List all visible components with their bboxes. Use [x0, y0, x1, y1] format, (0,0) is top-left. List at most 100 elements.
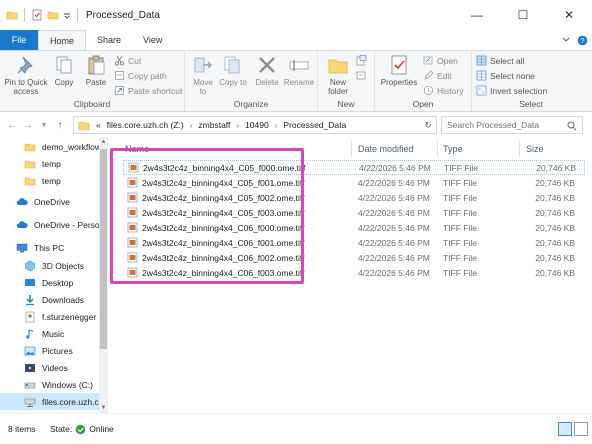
edit-button[interactable]: Edit — [423, 70, 452, 81]
select-all-button[interactable]: Select all — [476, 55, 525, 66]
nav-item-music[interactable]: Music — [0, 325, 64, 342]
nav-item-user-folder[interactable]: f.sturzenegger — [0, 308, 96, 325]
search-input[interactable]: Search Processed_Data — [447, 120, 539, 130]
nav-item-temp[interactable]: temp — [0, 155, 61, 172]
nav-item-onedrive[interactable]: OneDrive — [0, 193, 70, 210]
tab-view[interactable]: View — [132, 30, 173, 50]
column-header-date[interactable]: Date modified — [358, 141, 438, 157]
file-type: TIFF File — [443, 237, 477, 248]
file-name: 2w4s3t2c4z_binning4x4_C05_f001.ome.tiff — [142, 177, 305, 188]
file-type: TIFF File — [443, 192, 477, 203]
forward-arrow-icon[interactable]: → — [20, 120, 36, 131]
nav-item-temp[interactable]: temp — [0, 172, 61, 189]
chevron-down-icon[interactable] — [561, 35, 571, 45]
download-icon — [26, 294, 34, 305]
column-divider[interactable] — [519, 141, 520, 157]
copy-path-button[interactable]: Copy path — [114, 70, 167, 81]
nav-item-this-pc[interactable]: This PC — [0, 239, 64, 256]
toolbar-divider — [77, 8, 78, 22]
breadcrumb-item[interactable]: zmbstaff — [198, 120, 230, 130]
cut-button[interactable]: Cut — [114, 55, 141, 66]
file-row[interactable]: 2w4s3t2c4z_binning4x4_C05_f001.ome.tiff … — [123, 175, 585, 190]
help-icon[interactable]: ? — [577, 35, 588, 46]
properties-icon[interactable] — [31, 9, 43, 21]
nav-item-3d-objects[interactable]: 3D Objects — [0, 257, 84, 274]
pictures-icon — [24, 346, 36, 355]
select-all-icon — [476, 55, 487, 66]
tab-share[interactable]: Share — [86, 30, 132, 50]
minimize-icon[interactable]: — — [454, 0, 500, 30]
column-divider[interactable] — [437, 141, 438, 157]
select-none-button[interactable]: Select none — [476, 70, 535, 81]
close-icon[interactable]: ✕ — [546, 0, 592, 30]
chevron-down-icon[interactable] — [63, 9, 71, 21]
new-folder-icon[interactable] — [47, 9, 59, 21]
breadcrumb-overflow[interactable]: « — [96, 120, 101, 130]
breadcrumb-item[interactable]: Processed_Data — [283, 120, 346, 130]
view-switcher — [558, 422, 588, 436]
column-divider[interactable] — [351, 141, 352, 157]
file-row[interactable]: 2w4s3t2c4z_binning4x4_C06_f000.ome.tiff … — [123, 220, 585, 235]
column-header-size[interactable]: Size — [526, 141, 586, 157]
maximize-icon[interactable]: ☐ — [500, 0, 546, 30]
scroll-up-icon[interactable]: ▲ — [99, 137, 108, 147]
nav-item-desktop[interactable]: Desktop — [0, 274, 73, 291]
tab-file[interactable]: File — [0, 30, 38, 50]
back-arrow-icon[interactable]: ← — [4, 120, 20, 131]
easy-access-button[interactable] — [356, 70, 367, 81]
nav-item-network-drive[interactable]: files.core.uzh.ch — [0, 393, 103, 410]
properties-icon — [391, 55, 407, 75]
file-row[interactable]: 2w4s3t2c4z_binning4x4_C06_f002.ome.tiff … — [123, 250, 585, 265]
rename-button[interactable]: Rename — [283, 54, 315, 87]
nav-item-demo-workflow[interactable]: demo_workflow — [0, 138, 101, 155]
cloud-icon — [16, 220, 28, 228]
chevron-right-icon[interactable]: › — [275, 121, 278, 130]
column-header-type[interactable]: Type — [443, 141, 503, 157]
chevron-right-icon[interactable]: › — [236, 121, 239, 130]
up-arrow-icon[interactable]: ↑ — [52, 120, 68, 131]
pin-button[interactable]: Pin to Quick access — [4, 54, 48, 96]
properties-button[interactable]: Properties — [378, 54, 420, 87]
chevron-right-icon[interactable]: › — [190, 121, 193, 130]
file-row[interactable]: 2w4s3t2c4z_binning4x4_C06_f001.ome.tiff … — [123, 235, 585, 250]
open-button[interactable]: Open — [423, 55, 458, 66]
file-name: 2w4s3t2c4z_binning4x4_C06_f003.ome.tiff — [142, 267, 305, 278]
file-row[interactable]: 2w4s3t2c4z_binning4x4_C05_f000.ome.tiff … — [123, 160, 585, 175]
nav-item-onedrive-personal[interactable]: OneDrive - Person — [0, 216, 104, 233]
recent-locations-icon[interactable]: ▼ — [36, 122, 52, 129]
scroll-down-icon[interactable]: ▼ — [99, 403, 108, 413]
nav-item-windows-c[interactable]: Windows (C:) — [0, 376, 93, 393]
history-button[interactable]: History — [423, 85, 463, 96]
file-row[interactable]: 2w4s3t2c4z_binning4x4_C05_f002.ome.tiff … — [123, 190, 585, 205]
file-date: 4/22/2026 5:46 PM — [358, 267, 430, 278]
move-to-button[interactable]: Move to — [189, 54, 217, 96]
breadcrumb-item[interactable]: files.core.uzh.ch (Z:) — [107, 120, 184, 130]
breadcrumb-item[interactable]: 10490 — [245, 120, 269, 130]
nav-item-videos[interactable]: Videos — [0, 359, 68, 376]
details-view-icon[interactable] — [558, 422, 572, 436]
invert-selection-button[interactable]: Invert selection — [476, 85, 547, 96]
organize-group-label: Organize — [233, 99, 269, 109]
refresh-icon[interactable]: ↻ — [420, 117, 436, 133]
file-type: TIFF File — [443, 177, 477, 188]
nav-item-pictures[interactable]: Pictures — [0, 342, 73, 359]
cut-label: Cut — [128, 55, 142, 66]
address-bar[interactable]: « files.core.uzh.ch (Z:) › zmbstaff › 10… — [73, 116, 437, 134]
column-header-name[interactable]: Name — [125, 141, 350, 157]
new-folder-button[interactable]: New folder — [323, 54, 353, 96]
copy-to-button[interactable]: Copy to — [219, 54, 247, 87]
delete-button[interactable]: Delete — [253, 54, 281, 87]
copy-button[interactable]: Copy — [51, 54, 77, 87]
paste-button[interactable]: Paste — [82, 54, 110, 87]
search-box[interactable]: Search Processed_Data — [441, 116, 583, 134]
nav-item-downloads[interactable]: Downloads — [0, 291, 84, 308]
large-icons-view-icon[interactable] — [574, 422, 588, 436]
file-row[interactable]: 2w4s3t2c4z_binning4x4_C05_f003.ome.tiff … — [123, 205, 585, 220]
computer-icon — [16, 243, 28, 252]
scroll-thumb[interactable] — [100, 149, 107, 349]
file-row[interactable]: 2w4s3t2c4z_binning4x4_C06_f003.ome.tiff … — [123, 265, 585, 280]
nav-scrollbar[interactable]: ▲ ▼ — [99, 137, 108, 413]
paste-shortcut-button[interactable]: Paste shortcut — [114, 85, 182, 96]
new-item-button[interactable] — [356, 55, 367, 66]
tab-home[interactable]: Home — [38, 30, 87, 50]
